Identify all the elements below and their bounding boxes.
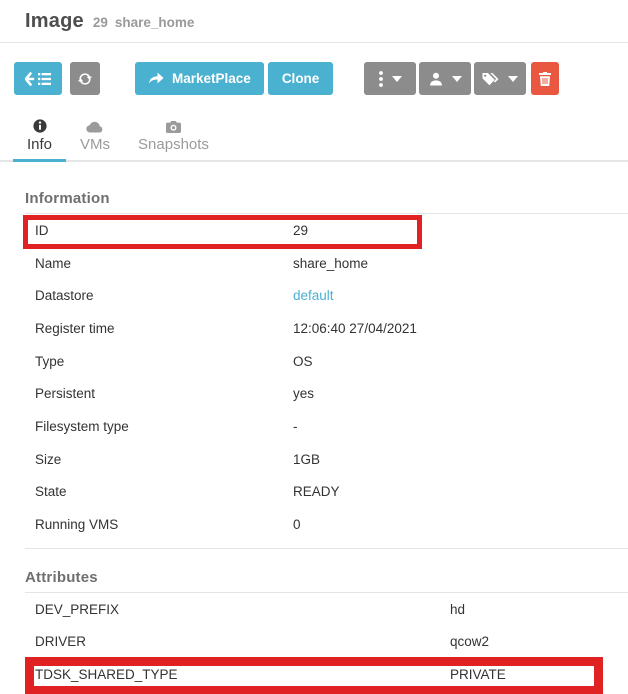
tab-vms-label: VMs: [80, 136, 110, 153]
labels-dropdown[interactable]: [474, 62, 526, 95]
row-label: DRIVER: [25, 634, 450, 649]
table-row-filesystem-type: Filesystem type -: [25, 410, 628, 443]
resource-name: share_home: [115, 15, 195, 30]
tab-vms[interactable]: VMs: [66, 115, 124, 160]
camera-icon: [166, 119, 181, 133]
row-label: State: [25, 484, 293, 499]
row-value: hd: [450, 602, 465, 617]
delete-button[interactable]: [531, 62, 559, 95]
ownership-dropdown[interactable]: [419, 62, 471, 95]
user-icon: [429, 72, 443, 86]
tab-info[interactable]: Info: [13, 115, 66, 160]
clone-button[interactable]: Clone: [268, 62, 334, 95]
trash-icon: [539, 72, 551, 86]
resource-id: 29: [93, 15, 108, 30]
ellipsis-v-icon: [379, 71, 383, 87]
table-row-type: Type OS: [25, 345, 628, 378]
row-value: PRIVATE: [450, 667, 506, 682]
table-row-datastore: Datastore default: [25, 279, 628, 312]
table-row-tdsk-shared-type: TDSK_SHARED_TYPE PRIVATE: [25, 658, 628, 691]
tab-snapshots[interactable]: Snapshots: [124, 115, 223, 160]
row-label: DEV_PREFIX: [25, 602, 450, 617]
row-value: READY: [293, 484, 340, 499]
datastore-link[interactable]: default: [293, 288, 334, 303]
info-panel: Information ID 29 Name share_home Datast…: [25, 190, 628, 691]
row-value: -: [293, 419, 298, 434]
clone-button-label: Clone: [282, 71, 320, 86]
table-row-driver: DRIVER qcow2: [25, 626, 628, 659]
section-divider: [25, 548, 628, 549]
row-label: Filesystem type: [25, 419, 293, 434]
chevron-down-icon: [392, 76, 402, 82]
row-label: TDSK_SHARED_TYPE: [25, 667, 450, 682]
row-value: 29: [293, 223, 308, 238]
row-label: Running VMS: [25, 517, 293, 532]
table-row-state: State READY: [25, 476, 628, 509]
row-value: 12:06:40 27/04/2021: [293, 321, 417, 336]
refresh-icon: [77, 71, 93, 87]
table-row-running-vms: Running VMS 0: [25, 508, 628, 541]
refresh-button[interactable]: [70, 62, 100, 95]
row-label: Name: [25, 256, 293, 271]
row-label: Datastore: [25, 288, 293, 303]
row-value: yes: [293, 386, 314, 401]
table-row-size: Size 1GB: [25, 443, 628, 476]
row-label: Type: [25, 354, 293, 369]
row-value: 1GB: [293, 452, 320, 467]
tab-info-label: Info: [27, 136, 52, 153]
marketplace-button[interactable]: MarketPlace: [135, 62, 264, 95]
tab-snapshots-label: Snapshots: [138, 136, 209, 153]
row-label: ID: [25, 223, 293, 238]
information-section-title: Information: [25, 190, 628, 214]
row-value: qcow2: [450, 634, 489, 649]
tags-icon: [482, 72, 499, 86]
row-value: 0: [293, 517, 301, 532]
share-arrow-icon: [148, 72, 164, 86]
cloud-icon: [86, 119, 104, 133]
row-label: Register time: [25, 321, 293, 336]
back-to-list-button[interactable]: [14, 62, 62, 95]
info-circle-icon: [33, 119, 47, 133]
page-title: Image: [25, 10, 84, 32]
row-value: OS: [293, 354, 313, 369]
table-row-name: Name share_home: [25, 247, 628, 280]
attributes-table: DEV_PREFIX hd DRIVER qcow2 TDSK_SHARED_T…: [25, 593, 628, 691]
arrow-left-list-icon: [25, 72, 51, 86]
page-header: Image 29 share_home: [0, 0, 628, 43]
marketplace-button-label: MarketPlace: [172, 71, 251, 86]
table-row-register-time: Register time 12:06:40 27/04/2021: [25, 312, 628, 345]
tabbar: Info VMs Snapshots: [0, 115, 628, 162]
toolbar: MarketPlace Clone: [14, 62, 628, 95]
row-label: Size: [25, 452, 293, 467]
chevron-down-icon: [452, 76, 462, 82]
more-actions-dropdown[interactable]: [364, 62, 416, 95]
table-row-id: ID 29: [25, 214, 628, 247]
chevron-down-icon: [508, 76, 518, 82]
attributes-section-title: Attributes: [25, 569, 628, 593]
information-table: ID 29 Name share_home Datastore default …: [25, 214, 628, 541]
table-row-persistent: Persistent yes: [25, 377, 628, 410]
row-label: Persistent: [25, 386, 293, 401]
row-value: share_home: [293, 256, 368, 271]
table-row-dev-prefix: DEV_PREFIX hd: [25, 593, 628, 626]
